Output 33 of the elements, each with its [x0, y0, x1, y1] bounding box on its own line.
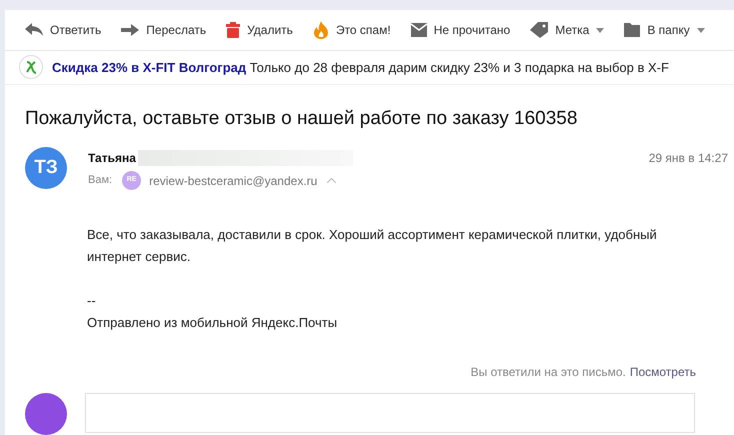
brand-logo-icon [19, 55, 43, 80]
sender-name: Татьяна [88, 150, 136, 167]
toolbar-button[interactable]: Удалить [226, 21, 293, 40]
caret-icon [596, 28, 604, 33]
promo-text: Скидка 23% в X-FIT Волгоград Только до 28 февраля дарим скидку 23% и 3 подарка на выбор в X-F [52, 58, 669, 77]
reply-note: Вы ответили на это письмо. [470, 364, 626, 381]
toolbar-button[interactable]: Ответить [25, 21, 102, 40]
reply-box[interactable] [85, 393, 695, 433]
toolbar-button[interactable]: Переслать [121, 21, 206, 40]
promo-link[interactable]: Скидка 23% в X-FIT Волгоград [52, 60, 246, 75]
body-text: Все, что заказывала, доставили в срок. Хороший ассортимент керамической плитки, удобный интернет сервис. [87, 226, 658, 266]
signature-text: Отправлено из мобильной Яндекс.Почты [87, 314, 338, 332]
toolbar-button[interactable]: В папку [624, 21, 705, 40]
envelope-icon [410, 23, 427, 38]
collapse-icon[interactable] [327, 178, 336, 183]
flame-icon [312, 21, 329, 40]
forward-arrow-icon [121, 24, 140, 36]
to-label: Вам: [88, 173, 112, 188]
sender-avatar: ТЗ [25, 147, 67, 189]
message-date: 29 янв в 14:27 [648, 150, 728, 167]
signature-text: -- [87, 292, 97, 310]
toolbar-button[interactable]: Метка [530, 21, 604, 40]
toolbar-button[interactable]: Не прочитано [410, 21, 510, 40]
trash-icon [226, 22, 240, 38]
caret-icon [696, 28, 705, 33]
user-avatar [25, 393, 67, 435]
folder-icon [624, 23, 640, 38]
reply-arrow-icon [25, 23, 43, 38]
recipient-email[interactable]: review-bestceramic@yandex.ru [149, 172, 318, 190]
toolbar-button[interactable]: Это спам! [312, 21, 391, 40]
tag-icon [530, 22, 548, 38]
email-subject: Пожалуйста, оставьте отзыв о нашей работе по заказу 160358 [24, 106, 578, 130]
view-link[interactable]: Посмотреть [630, 363, 696, 381]
